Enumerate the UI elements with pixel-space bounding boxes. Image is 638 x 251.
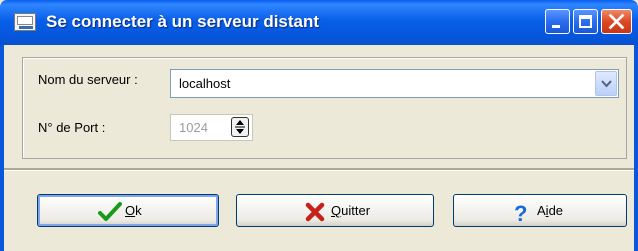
port-label: N° de Port : xyxy=(38,120,106,135)
port-spin-buttons[interactable] xyxy=(231,117,249,137)
red-x-icon xyxy=(305,202,325,222)
server-name-value[interactable]: localhost xyxy=(179,76,230,91)
title-bar[interactable]: Se connecter à un serveur distant xyxy=(0,0,638,45)
window-frame-left xyxy=(0,45,4,251)
ok-button[interactable]: Ok xyxy=(37,194,219,227)
separator xyxy=(4,168,634,171)
minimize-button[interactable] xyxy=(545,9,570,34)
maximize-button[interactable] xyxy=(573,9,598,34)
svg-text:?: ? xyxy=(514,202,527,224)
checkmark-icon xyxy=(98,202,122,221)
spin-arrows-icon xyxy=(235,120,245,134)
close-icon xyxy=(608,13,625,30)
help-button[interactable]: ? Aide xyxy=(453,194,627,227)
minimize-icon xyxy=(552,25,560,28)
port-value[interactable]: 1024 xyxy=(179,120,208,135)
quit-button[interactable]: Quitter xyxy=(236,194,434,227)
close-button[interactable] xyxy=(601,9,632,34)
window-title: Se connecter à un serveur distant xyxy=(46,12,320,31)
window-frame-right xyxy=(634,45,638,251)
server-name-combobox[interactable]: localhost xyxy=(170,69,619,98)
ok-button-label: Ok xyxy=(125,203,142,218)
maximize-icon xyxy=(579,15,592,28)
chevron-down-icon xyxy=(601,80,612,88)
help-button-label: Aide xyxy=(537,203,564,218)
app-icon xyxy=(14,13,36,31)
question-mark-icon: ? xyxy=(514,202,527,224)
quit-button-label: Quitter xyxy=(331,203,371,218)
server-name-label: Nom du serveur : xyxy=(38,72,138,87)
server-dropdown-button[interactable] xyxy=(595,71,617,96)
port-spinbox[interactable]: 1024 xyxy=(170,114,253,141)
